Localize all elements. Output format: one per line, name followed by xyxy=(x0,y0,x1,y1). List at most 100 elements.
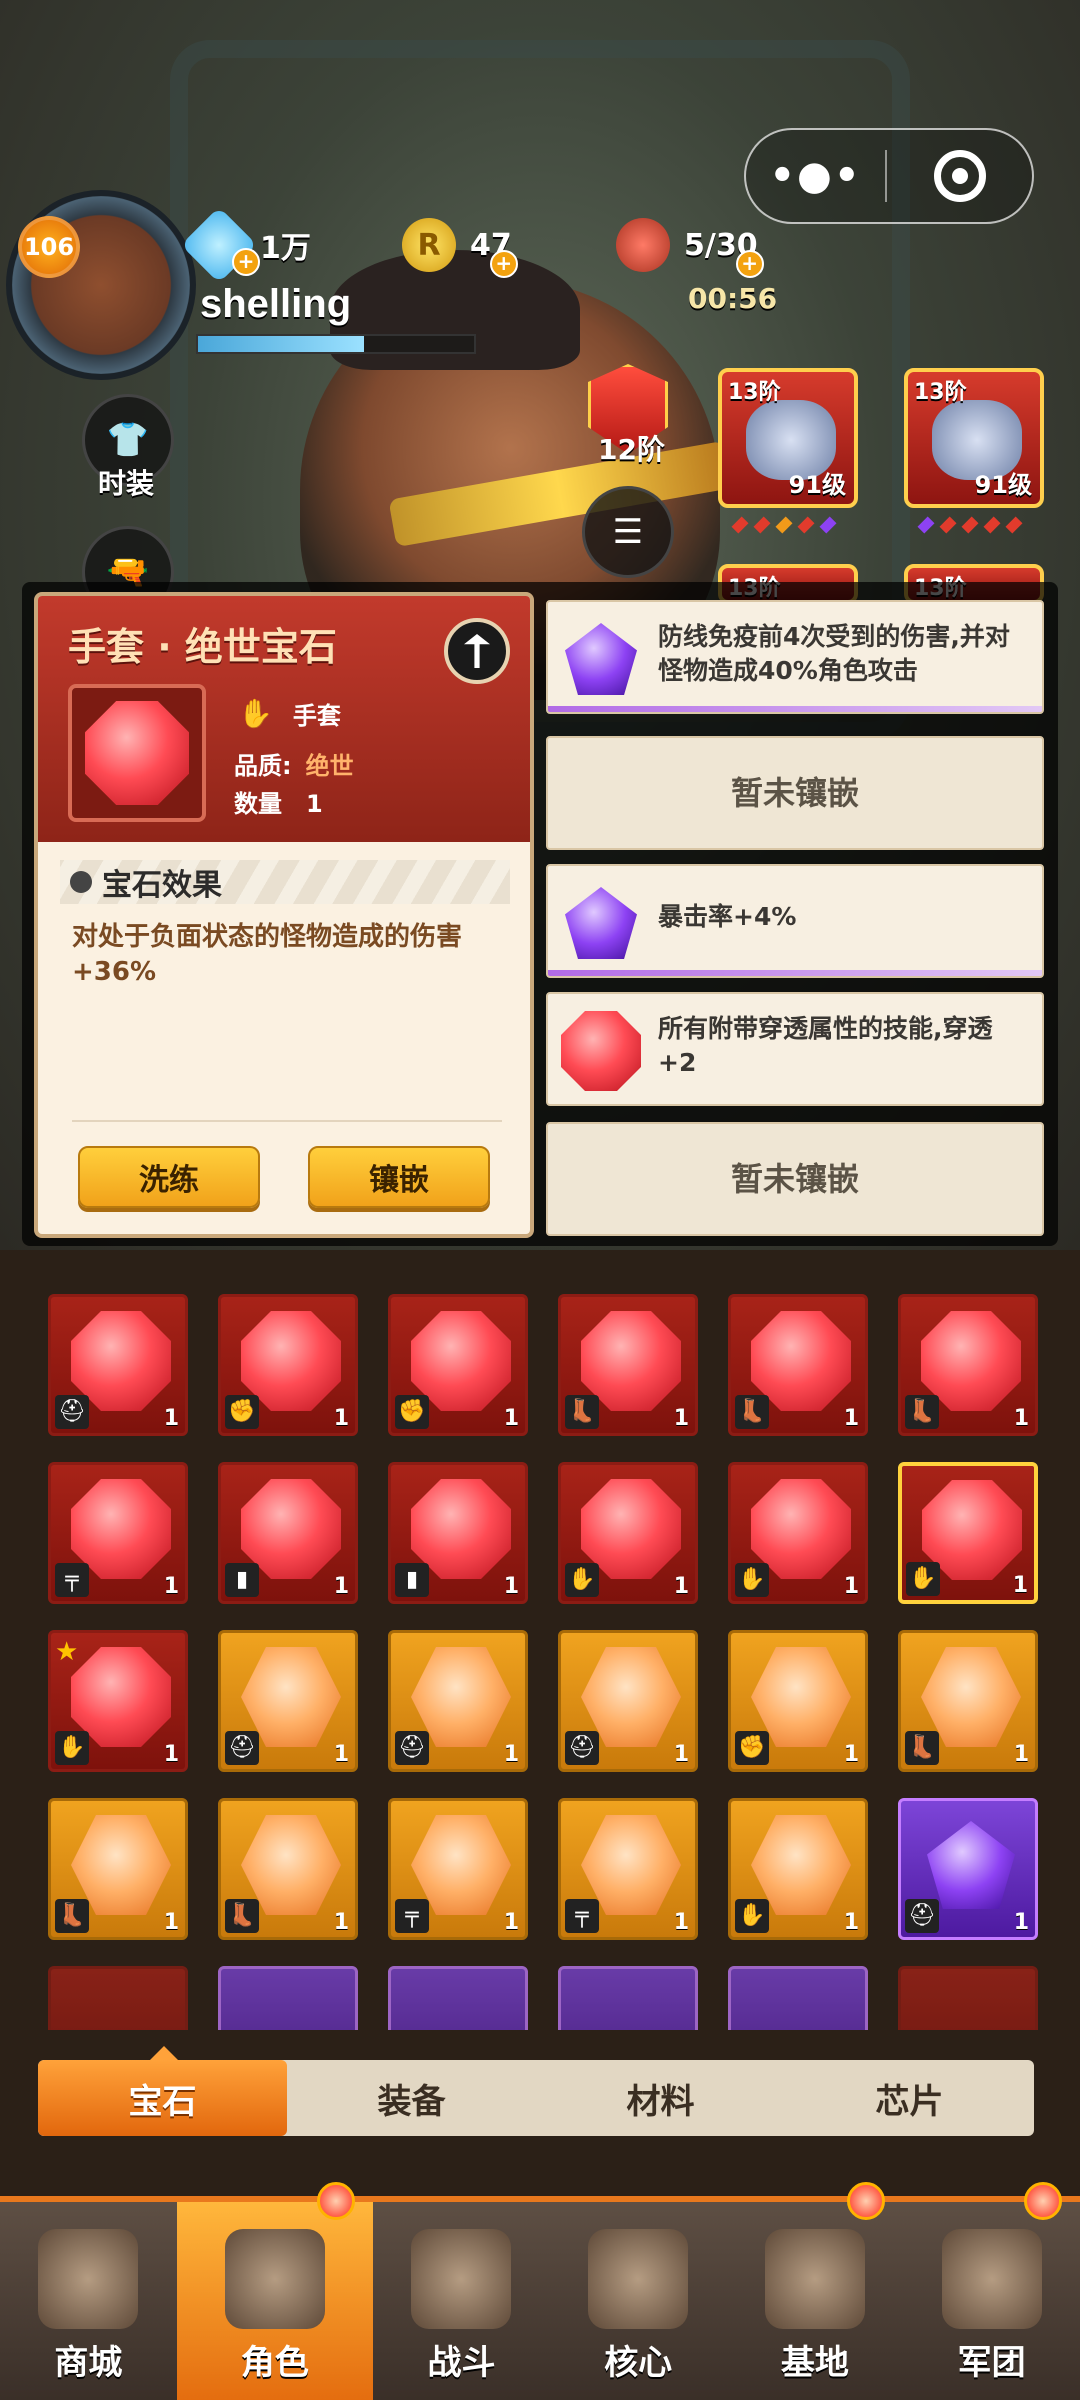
tab-gems[interactable]: 宝石 xyxy=(38,2060,287,2136)
inlay-button[interactable]: 镶嵌 xyxy=(308,1146,490,1208)
close-miniprogram-button[interactable] xyxy=(887,150,1032,202)
stamina-resource[interactable]: + 5/30 xyxy=(616,218,764,278)
gem-inventory-item[interactable]: ✋ 1 xyxy=(558,1462,698,1604)
socket-effect-text: 暴击率+4% xyxy=(658,902,797,931)
boots-icon: 👢 xyxy=(225,1899,259,1933)
red-gem-icon xyxy=(561,1011,641,1091)
gem-inventory-item[interactable]: ╤ 1 xyxy=(558,1798,698,1940)
switch-button[interactable] xyxy=(444,618,510,684)
socket-row-5[interactable]: 暂未镶嵌 xyxy=(546,1122,1044,1236)
coin-resource[interactable]: R + 47 xyxy=(402,218,518,278)
gem-inventory-item[interactable]: ✊ 1 xyxy=(218,1294,358,1436)
gem-inventory-item[interactable]: ▮ 1 xyxy=(218,1462,358,1604)
meat-icon xyxy=(616,218,670,272)
gem-inventory-item[interactable]: ╤ 1 xyxy=(48,1462,188,1604)
item-count: 1 xyxy=(333,1910,349,1935)
item-count: 1 xyxy=(1012,1573,1028,1598)
nav-core[interactable]: 核心 xyxy=(550,2202,727,2400)
star-icon: ★ xyxy=(55,1637,79,1667)
add-diamond-icon[interactable]: + xyxy=(232,248,260,276)
item-count: 1 xyxy=(673,1406,689,1431)
character-icon xyxy=(224,2229,325,2329)
boots-icon: 👢 xyxy=(565,1395,599,1429)
item-count: 1 xyxy=(163,1406,179,1431)
socket-row-2[interactable]: 暂未镶嵌 xyxy=(546,736,1044,850)
gem-inventory-item[interactable]: 👢 1 xyxy=(218,1798,358,1940)
tab-chips[interactable]: 芯片 xyxy=(785,2060,1034,2136)
gem-inventory-item-partial[interactable] xyxy=(218,1966,358,2030)
item-count: 1 xyxy=(1013,1742,1029,1767)
gauntlet-icon: ✊ xyxy=(395,1395,429,1429)
list-icon: ☰ xyxy=(612,512,644,552)
reroll-button[interactable]: 洗练 xyxy=(78,1146,260,1208)
gem-inventory-item[interactable]: ⛑ 1 xyxy=(898,1798,1038,1940)
nav-shop[interactable]: 商城 xyxy=(0,2202,177,2400)
gem-inventory-item[interactable]: ⛑ 1 xyxy=(218,1630,358,1772)
socket-row-1[interactable]: 防线免疫前4次受到的伤害,并对怪物造成40%角色攻击 xyxy=(546,600,1044,714)
gem-inventory-item-partial[interactable] xyxy=(898,1966,1038,2030)
gem-detail-card: 手套 · 绝世宝石 ✋ 手套 品质: 绝世 数量 1 宝石效果 对处于负面状态的怪物… xyxy=(38,596,530,1234)
nav-label: 角色 xyxy=(240,2343,309,2383)
item-count: 1 xyxy=(843,1574,859,1599)
player-name: shelling xyxy=(200,282,352,326)
gem-inventory-item[interactable]: 👢 1 xyxy=(48,1798,188,1940)
gem-inventory-item[interactable]: ✋ 1 xyxy=(728,1798,868,1940)
count-label: 数量 xyxy=(234,790,282,818)
gem-inventory-item[interactable]: 👢 1 xyxy=(898,1294,1038,1436)
equip-slot-helmet[interactable]: 13阶 91级 xyxy=(718,368,858,508)
gem-inventory-item[interactable]: ▮ 1 xyxy=(388,1462,528,1604)
gem-inventory-item[interactable]: ╤ 1 xyxy=(388,1798,528,1940)
nav-character[interactable]: 角色 xyxy=(176,2182,374,2400)
equip-slot-gauntlet[interactable]: 13阶 91级 xyxy=(904,368,1044,508)
item-count: 1 xyxy=(503,1406,519,1431)
socket-row-4[interactable]: 所有附带穿透属性的技能,穿透+2 xyxy=(546,992,1044,1106)
gem-inventory-item[interactable]: 👢 1 xyxy=(898,1630,1038,1772)
nav-label: 基地 xyxy=(780,2343,849,2383)
gem-inventory-item[interactable]: ⛑ 1 xyxy=(388,1630,528,1772)
gem-inventory-item[interactable]: ⛑ 1 xyxy=(558,1630,698,1772)
gem-inventory-item[interactable]: ⛑ 1 xyxy=(48,1294,188,1436)
divider xyxy=(72,1120,502,1122)
gem-inventory-item-partial[interactable] xyxy=(388,1966,528,2030)
boots-icon: 👢 xyxy=(55,1899,89,1933)
nav-legion[interactable]: 军团 xyxy=(903,2182,1080,2400)
gem-inventory-item-partial[interactable] xyxy=(558,1966,698,2030)
equip-level: 91级 xyxy=(974,471,1032,499)
item-count: 1 xyxy=(333,1742,349,1767)
socket-row-3[interactable]: 暴击率+4% xyxy=(546,864,1044,978)
player-avatar[interactable]: 106 xyxy=(6,190,196,390)
tab-equipment[interactable]: 装备 xyxy=(287,2060,536,2136)
gem-inventory-item[interactable]: ✊ 1 xyxy=(388,1294,528,1436)
gem-inventory-item[interactable]: 👢 1 xyxy=(728,1294,868,1436)
gem-inventory-item[interactable]: ✋ 1 xyxy=(898,1462,1038,1604)
gem-inventory-item[interactable]: ✊ 1 xyxy=(728,1630,868,1772)
gem-inventory-item[interactable]: 👢 1 xyxy=(558,1294,698,1436)
empty-socket-label: 暂未镶嵌 xyxy=(730,1160,859,1198)
helmet-icon: ⛑ xyxy=(905,1899,939,1933)
count-value: 1 xyxy=(306,790,323,818)
gem-inventory-item-partial[interactable] xyxy=(48,1966,188,2030)
glove-icon: ✋ xyxy=(735,1899,769,1933)
nav-base[interactable]: 基地 xyxy=(727,2182,904,2400)
glove-icon: ✋ xyxy=(906,1562,940,1596)
notification-dot xyxy=(847,2182,886,2220)
add-stamina-icon[interactable]: + xyxy=(735,250,764,278)
bottom-navigation: 商城 角色 战斗 核心 基地 军团 xyxy=(0,2182,1080,2400)
equip-level: 91级 xyxy=(788,471,846,499)
diamond-resource[interactable]: + 1万 xyxy=(180,206,311,284)
add-coin-icon[interactable]: + xyxy=(489,250,518,278)
shop-icon xyxy=(38,2229,139,2329)
socket-bar xyxy=(548,706,1042,712)
gem-inventory-item[interactable]: ✋ 1 xyxy=(728,1462,868,1604)
tab-materials[interactable]: 材料 xyxy=(536,2060,785,2136)
gem-count: 数量 1 xyxy=(234,784,323,819)
gem-inventory-grid: ⛑ 1 ✊ 1 ✊ 1 👢 1 👢 1 👢 1 ╤ 1 ▮ 1 ▮ 1 ✋ 1 ✋ 1 ✋ 1 ✋ 1 ★ ⛑ 1 ⛑ 1 ⛑ 1 ✊ 1 👢 1 👢 1 👢… xyxy=(48,1294,1044,2030)
more-menu-button[interactable]: •●• xyxy=(746,156,885,196)
item-count: 1 xyxy=(673,1574,689,1599)
stamina-timer: 00:56 xyxy=(688,282,778,315)
miniprogram-capsule: •●• xyxy=(744,128,1034,224)
gem-menu-button[interactable]: ☰ xyxy=(582,486,674,578)
gem-inventory-item[interactable]: ✋ 1 ★ xyxy=(48,1630,188,1772)
gem-inventory-item-partial[interactable] xyxy=(728,1966,868,2030)
nav-battle[interactable]: 战斗 xyxy=(373,2202,550,2400)
